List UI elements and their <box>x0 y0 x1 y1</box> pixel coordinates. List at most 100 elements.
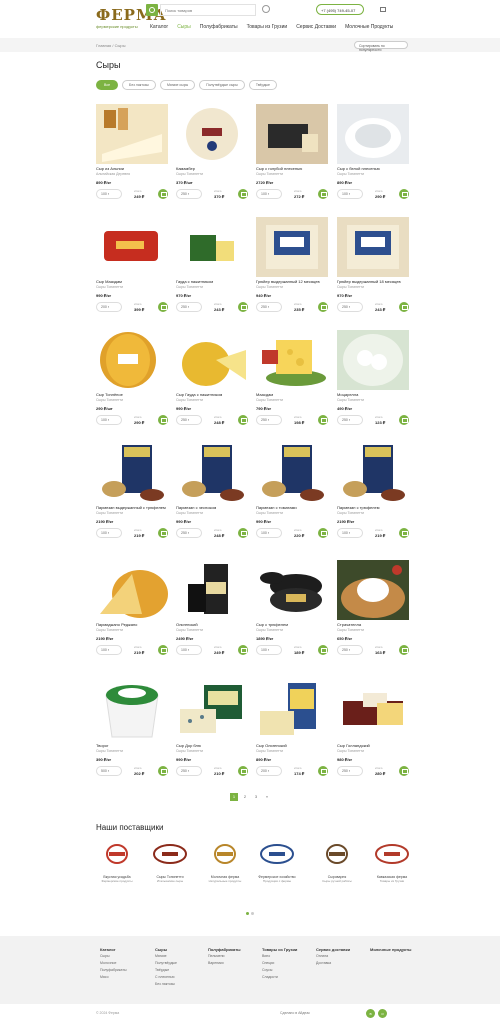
product-card[interactable]: Пармиджано Реджано Сыры Тонинетти 2190 ₽/к… <box>96 560 168 665</box>
product-card[interactable]: Гауда с пажитником Сыры Тонинетти 970 ₽/кг… <box>176 217 248 322</box>
product-supplier[interactable]: Сыры Тонинетти <box>337 749 364 753</box>
add-to-cart-button[interactable] <box>399 645 409 655</box>
quantity-stepper[interactable]: 100 г <box>96 645 122 655</box>
product-card[interactable]: Сыр Топлёное Сыры Тонинетти 290 ₽/шт 100 ги… <box>96 330 168 435</box>
quantity-stepper[interactable]: 250 г <box>337 302 363 312</box>
product-card[interactable]: Творог Сыры Тонинетти 390 ₽/кг 500 г итого 20… <box>96 681 168 786</box>
supplier-card[interactable]: Сыроварня Сыры ручной работы <box>312 842 362 902</box>
nav-semi[interactable]: Полуфабрикаты <box>200 24 238 34</box>
product-supplier[interactable]: Сыры Тонинетти <box>96 398 123 402</box>
product-image[interactable] <box>337 681 409 741</box>
quantity-stepper[interactable]: 100 г <box>256 528 282 538</box>
product-image[interactable] <box>176 104 248 164</box>
supplier-card[interactable]: Вкусная усадьба Фермерские продукты <box>92 842 142 902</box>
product-image[interactable] <box>96 560 168 620</box>
footer-link[interactable]: Соусы <box>262 967 297 974</box>
quantity-stepper[interactable]: 100 г <box>176 645 202 655</box>
product-image[interactable] <box>256 217 328 277</box>
quantity-stepper[interactable]: 250 г <box>176 528 202 538</box>
vk-icon[interactable]: в <box>366 1009 375 1018</box>
search-input[interactable]: Поиск товаров <box>160 4 256 16</box>
footer-column-title[interactable]: Молочные продукты <box>370 946 411 953</box>
product-image[interactable] <box>256 443 328 503</box>
footer-link[interactable]: Полуфабрикаты <box>100 967 126 974</box>
footer-column-title[interactable]: Каталог <box>100 946 126 953</box>
supplier-card[interactable]: Кавказская ферма Товары из Грузии <box>367 842 417 902</box>
product-supplier[interactable]: Сыры Тонинетти <box>176 398 203 402</box>
add-to-cart-button[interactable] <box>399 528 409 538</box>
product-supplier[interactable]: Сыры Тонинетти <box>176 172 203 176</box>
quantity-stepper[interactable]: 250 г <box>176 766 202 776</box>
nav-delivery[interactable]: Сервис Доставки <box>296 24 336 34</box>
dot-2[interactable] <box>251 912 254 915</box>
quantity-stepper[interactable]: 100 г <box>96 528 122 538</box>
product-image[interactable] <box>337 443 409 503</box>
add-to-cart-button[interactable] <box>318 415 328 425</box>
footer-link[interactable]: Мясо <box>100 974 126 981</box>
location-icon[interactable] <box>262 5 270 13</box>
quantity-stepper[interactable]: 250 г <box>176 189 202 199</box>
phone-button[interactable]: +7 (495) 749-45-07 <box>316 4 364 15</box>
page-next[interactable]: » <box>263 793 271 801</box>
add-to-cart-button[interactable] <box>238 766 248 776</box>
product-card[interactable]: Сыр Ольтенский Сыры Тонинетти 890 ₽/кг 200 … <box>256 681 328 786</box>
quantity-stepper[interactable]: 100 г <box>256 189 282 199</box>
filter-all[interactable]: Все <box>96 80 119 90</box>
product-card[interactable]: Ольтенский Сыры Тонинетти 2490 ₽/кг 100 г ит… <box>176 560 248 665</box>
quantity-stepper[interactable]: 100 г <box>96 415 122 425</box>
product-card[interactable]: Сыр с белой плесенью Сыры Тонинетти 890 ₽/… <box>337 104 409 209</box>
footer-link[interactable]: Твёрдые <box>155 967 177 974</box>
footer-link[interactable]: Пельмени <box>208 953 241 960</box>
add-to-cart-button[interactable] <box>158 415 168 425</box>
product-supplier[interactable]: Сыры Тонинетти <box>337 398 364 402</box>
product-image[interactable] <box>96 443 168 503</box>
add-to-cart-button[interactable] <box>318 645 328 655</box>
product-supplier[interactable]: Сыры Тонинетти <box>256 628 283 632</box>
product-image[interactable] <box>96 217 168 277</box>
footer-link[interactable]: Молочное <box>100 960 126 967</box>
quantity-stepper[interactable]: 250 г <box>337 645 363 655</box>
footer-link[interactable]: Вино <box>262 953 297 960</box>
product-card[interactable]: Моцарелла Сыры Тонинетти 490 ₽/кг 250 г итог… <box>337 330 409 435</box>
footer-link[interactable]: Оплата <box>316 953 350 960</box>
product-supplier[interactable]: Сыры Тонинетти <box>176 285 203 289</box>
quantity-stepper[interactable]: 100 г <box>96 189 122 199</box>
quantity-stepper[interactable]: 100 г <box>337 528 363 538</box>
footer-column-title[interactable]: Полуфабрикаты <box>208 946 241 953</box>
product-image[interactable] <box>256 330 328 390</box>
filter-soft[interactable]: Мягкие сыры <box>159 80 196 90</box>
footer-link[interactable]: Мягкие <box>155 953 177 960</box>
product-image[interactable] <box>337 217 409 277</box>
add-to-cart-button[interactable] <box>158 189 168 199</box>
cart-info[interactable] <box>390 4 391 8</box>
add-to-cart-button[interactable] <box>399 766 409 776</box>
product-card[interactable]: Сыр Дор блю Сыры Тонинетти 990 ₽/кг 250 г ит… <box>176 681 248 786</box>
add-to-cart-button[interactable] <box>158 302 168 312</box>
add-to-cart-button[interactable] <box>158 645 168 655</box>
add-to-cart-button[interactable] <box>238 302 248 312</box>
product-supplier[interactable]: Сыры Тонинетти <box>256 749 283 753</box>
product-supplier[interactable]: Сыры Тонинетти <box>256 285 283 289</box>
add-to-cart-button[interactable] <box>158 766 168 776</box>
ok-icon[interactable]: о <box>378 1009 387 1018</box>
quantity-stepper[interactable]: 250 г <box>337 766 363 776</box>
add-to-cart-button[interactable] <box>318 189 328 199</box>
add-to-cart-button[interactable] <box>318 766 328 776</box>
add-to-cart-button[interactable] <box>238 645 248 655</box>
footer-column-title[interactable]: Сервис доставки <box>316 946 350 953</box>
quantity-stepper[interactable]: 250 г <box>176 415 202 425</box>
product-image[interactable] <box>176 681 248 741</box>
product-card[interactable]: Камамбер Сыры Тонинетти 370 ₽/шт 250 г итого… <box>176 104 248 209</box>
page-1[interactable]: 1 <box>230 793 238 801</box>
product-card[interactable]: Сыр с трюфелем Сыры Тонинетти 1890 ₽/кг 100… <box>256 560 328 665</box>
quantity-stepper[interactable]: 100 г <box>256 645 282 655</box>
product-image[interactable] <box>337 560 409 620</box>
product-image[interactable] <box>256 681 328 741</box>
product-card[interactable]: Сыр из Альпии Альпийская Деревня 890 ₽/кг 1… <box>96 104 168 209</box>
nav-dairy[interactable]: Молочные Продукты <box>345 24 393 34</box>
supplier-card[interactable]: Сыры Тонинетти Итальянские сыры <box>145 842 195 902</box>
footer-link[interactable]: Сладости <box>262 974 297 981</box>
dot-1[interactable] <box>246 912 249 915</box>
add-to-cart-button[interactable] <box>318 302 328 312</box>
add-to-cart-button[interactable] <box>399 189 409 199</box>
